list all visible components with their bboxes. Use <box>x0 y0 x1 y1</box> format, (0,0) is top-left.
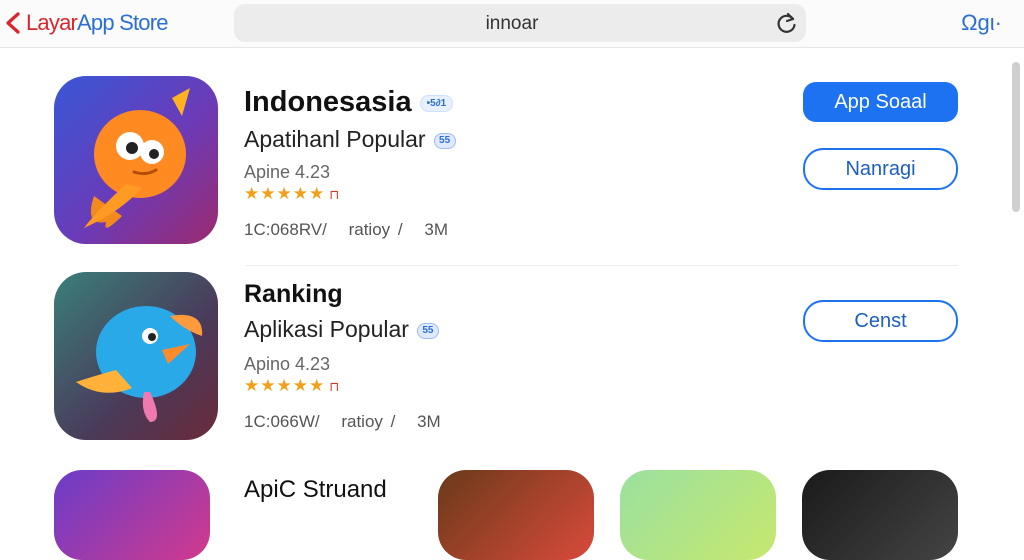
meta-downloads: 1C:066W/ <box>244 412 320 431</box>
app-badge: •5∂1 <box>419 94 454 112</box>
app-meta: 1C:068RV/ ratioy / 3M <box>244 220 462 240</box>
brand-part-2: App Store <box>77 10 168 35</box>
bird-character-icon <box>76 306 203 422</box>
rating-text: Apino 4.23 <box>244 354 331 374</box>
app-row-partial: ApiC Struand <box>0 466 1024 560</box>
meta-size: 3M <box>424 220 448 239</box>
app-title: Ranking <box>244 280 343 308</box>
secondary-action-button[interactable]: Nanragi <box>803 148 958 190</box>
star-rating: ★★★★★ ⊓ <box>244 184 340 204</box>
secondary-action-button[interactable]: Censt <box>803 300 958 342</box>
address-text[interactable]: innoar <box>234 13 790 35</box>
app-subtitle-text: Aplikasi Popular <box>244 316 409 342</box>
rating-text: Apine 4.23 <box>244 162 331 182</box>
reload-icon[interactable] <box>776 12 798 34</box>
meta-size: 3M <box>417 412 441 431</box>
app-title-text: Indonesasia <box>244 86 412 118</box>
brand-part-1: Layar <box>26 10 78 35</box>
gift-icon: ⊓ <box>329 187 341 202</box>
meta-ratings: ratioy / <box>341 412 396 431</box>
app-icon-partial[interactable] <box>620 470 776 560</box>
stars: ★★★★★ <box>244 376 326 395</box>
app-subtitle: Aplikasi Popular 55 <box>244 316 439 343</box>
store-brand[interactable]: LayarApp Store <box>26 10 168 36</box>
top-bar: LayarApp Store innoar Ωgι· <box>0 0 1024 48</box>
gift-icon: ⊓ <box>329 379 341 394</box>
scrollbar[interactable] <box>1012 62 1020 212</box>
app-icon-partial[interactable] <box>54 470 210 560</box>
star-rating: ★★★★★ ⊓ <box>244 376 340 396</box>
app-icon-partial[interactable] <box>438 470 594 560</box>
section-title: ApiC Struand <box>244 476 387 503</box>
primary-action-button[interactable]: App Soaal <box>803 82 958 122</box>
rocket-character-icon <box>84 88 190 228</box>
meta-downloads: 1C:068RV/ <box>244 220 327 239</box>
subtitle-badge: 55 <box>416 322 439 339</box>
card-divider <box>246 265 958 266</box>
app-card[interactable]: Indonesasia •5∂1 Apatihanl Popular 55 Apin… <box>0 72 1000 266</box>
app-icon-rocket-character[interactable] <box>54 76 218 244</box>
header-right-label[interactable]: Ωgι· <box>961 10 1002 36</box>
app-subtitle-text: Apatihanl Popular <box>244 126 426 152</box>
stars: ★★★★★ <box>244 184 326 203</box>
app-title: Indonesasia •5∂1 <box>244 86 454 119</box>
app-subtitle: Apatihanl Popular 55 <box>244 126 456 153</box>
app-icon-partial[interactable] <box>802 470 958 560</box>
address-bar[interactable]: innoar <box>234 4 806 42</box>
app-icon-bird-character[interactable] <box>54 272 218 440</box>
subtitle-badge: 55 <box>433 132 456 149</box>
back-chevron-icon[interactable] <box>4 12 22 34</box>
meta-ratings: ratioy / <box>348 220 403 239</box>
app-card[interactable]: Ranking Aplikasi Popular 55 Apino 4.23 ★★… <box>0 268 1000 460</box>
app-meta: 1C:066W/ ratioy / 3M <box>244 412 455 432</box>
